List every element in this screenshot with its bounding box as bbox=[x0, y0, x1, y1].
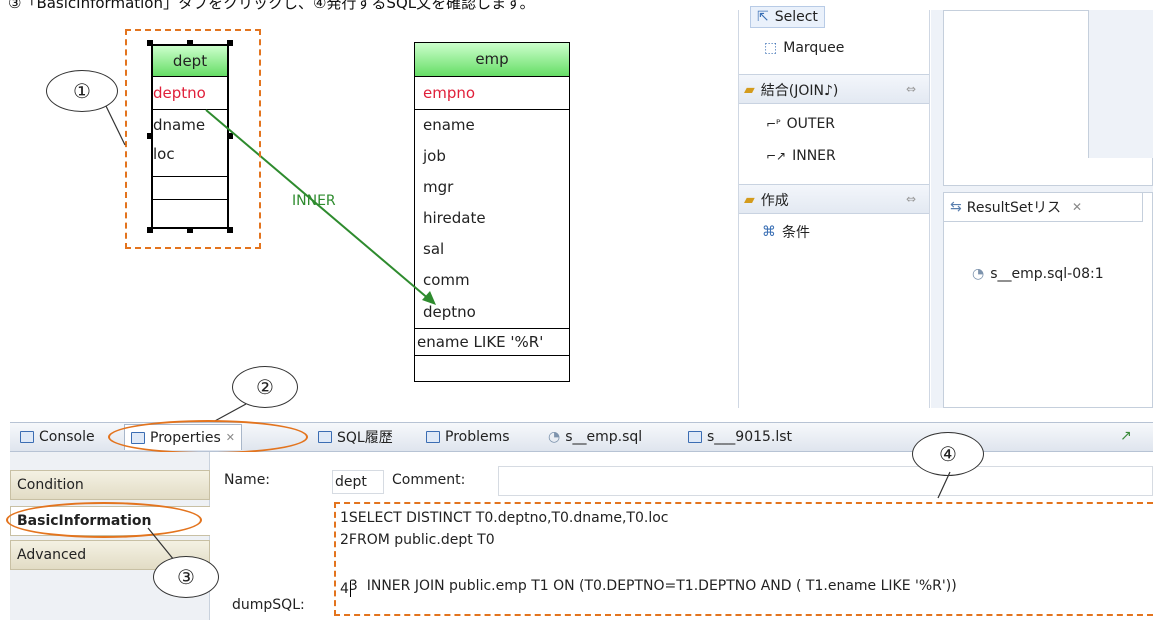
dumpsql-label: dumpSQL: bbox=[232, 597, 305, 613]
sql-file-icon: ◔ bbox=[972, 266, 985, 282]
maximize-view-icon[interactable]: ↗ bbox=[1120, 428, 1132, 444]
palette-condition-tool[interactable]: ⌘ 条件 bbox=[762, 222, 810, 242]
tab-console[interactable]: Console bbox=[14, 424, 101, 450]
highlight-properties-tab bbox=[108, 420, 308, 454]
tab-s-9015-lst[interactable]: s___9015.lst bbox=[682, 424, 798, 450]
inner-join-arrow[interactable] bbox=[0, 0, 740, 410]
marquee-icon: ⬚ bbox=[764, 40, 778, 56]
tab-sql-history[interactable]: SQL履歴 bbox=[312, 424, 399, 450]
callout-3: ③ bbox=[153, 556, 219, 598]
palette-inner-join-tool[interactable]: ⌐↗ INNER bbox=[766, 148, 836, 164]
callout-pointer-4 bbox=[937, 471, 951, 499]
resultset-icon: ⇆ bbox=[950, 199, 962, 215]
highlight-box-4 bbox=[334, 502, 1153, 616]
sql-file-icon: ◔ bbox=[548, 429, 561, 445]
callout-1: ① bbox=[46, 70, 118, 112]
create-drawer-header[interactable]: ▰ 作成 bbox=[744, 190, 789, 210]
callout-pointer-1 bbox=[104, 103, 126, 146]
drawer-pin-icon[interactable]: ⇔ bbox=[906, 192, 916, 206]
comment-field[interactable] bbox=[498, 466, 1153, 496]
list-file-icon bbox=[688, 431, 702, 443]
resultset-tab[interactable]: ⇆ ResultSetリス ✕ bbox=[943, 192, 1143, 222]
inner-join-icon: ⌐↗ bbox=[766, 149, 787, 163]
join-drawer-header[interactable]: ▰ 結合(JOIN♪) bbox=[744, 80, 838, 100]
highlight-box-1 bbox=[125, 29, 261, 249]
palette-outer-join-tool[interactable]: ⌐ᴾ OUTER bbox=[766, 116, 835, 132]
side-tab-condition[interactable]: Condition bbox=[10, 470, 210, 500]
resultset-item[interactable]: ◔ s__emp.sql-08:1 bbox=[972, 266, 1104, 282]
comment-label: Comment: bbox=[392, 472, 466, 488]
palette-select-tool[interactable]: ⇱ Select bbox=[750, 6, 825, 28]
outer-join-icon: ⌐ᴾ bbox=[766, 117, 781, 131]
condition-icon: ⌘ bbox=[762, 224, 776, 240]
cursor-icon: ⇱ bbox=[757, 9, 769, 25]
folder-icon: ▰ bbox=[744, 192, 755, 208]
folder-icon: ▰ bbox=[744, 82, 755, 98]
drawer-pin-icon[interactable]: ⇔ bbox=[906, 82, 916, 96]
tab-problems[interactable]: Problems bbox=[420, 424, 516, 450]
resultset-view bbox=[943, 192, 1153, 408]
tab-s-emp-sql[interactable]: ◔ s__emp.sql bbox=[542, 424, 648, 450]
palette-marquee-tool[interactable]: ⬚ Marquee bbox=[764, 40, 844, 56]
close-icon[interactable]: ✕ bbox=[1072, 200, 1082, 214]
console-icon bbox=[20, 431, 34, 443]
sql-history-icon bbox=[318, 431, 332, 443]
outline-view-inner bbox=[1088, 10, 1153, 158]
join-label: INNER bbox=[292, 193, 336, 209]
name-label: Name: bbox=[224, 472, 271, 488]
problems-icon bbox=[426, 431, 440, 443]
name-value[interactable]: dept bbox=[332, 470, 384, 494]
